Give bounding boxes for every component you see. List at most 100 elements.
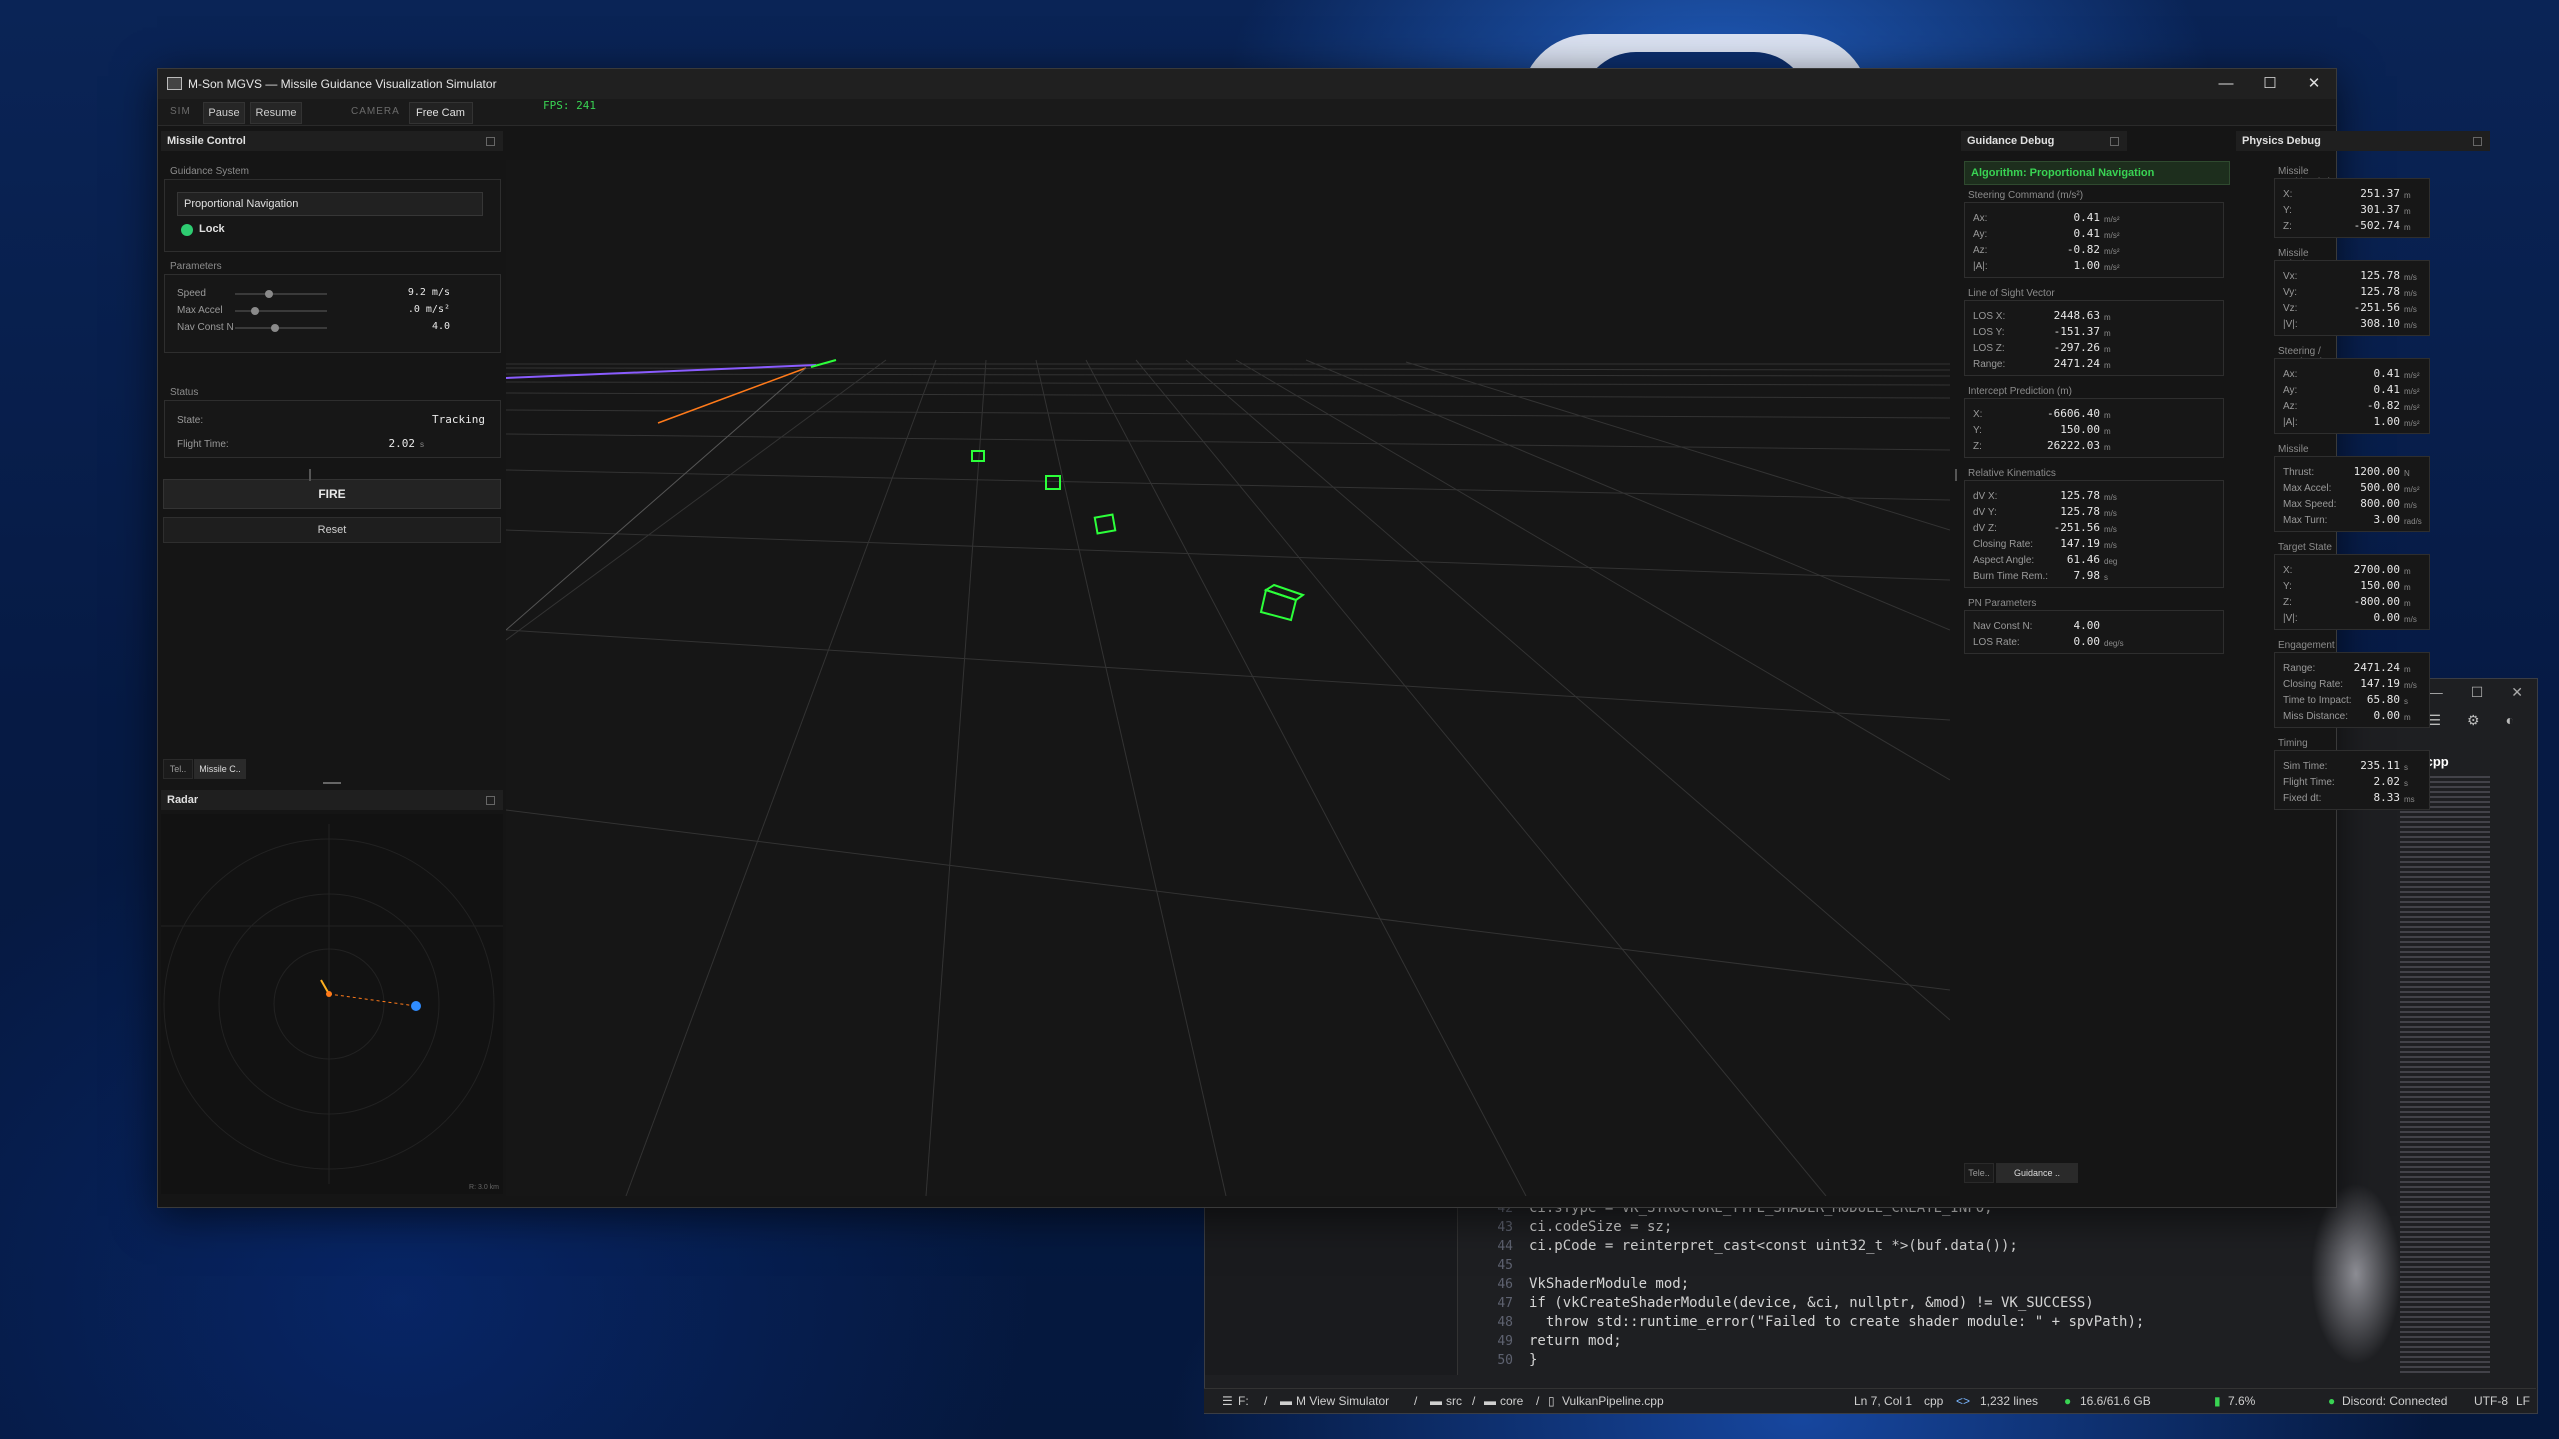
- row-value: 0.41: [2373, 367, 2401, 380]
- window-title: M-Son MGVS — Missile Guidance Visualizat…: [188, 77, 497, 91]
- editor-close-icon[interactable]: ✕: [2511, 679, 2523, 705]
- row-value: 308.10: [2360, 317, 2400, 330]
- param-label: Max Accel: [177, 305, 223, 316]
- row-value: 150.00: [2060, 423, 2100, 436]
- row-unit: s: [2404, 697, 2408, 706]
- status-folder-2[interactable]: src: [1446, 1389, 1462, 1413]
- tab-telemetry-right[interactable]: Tele..: [1964, 1163, 1994, 1183]
- menu-icon[interactable]: ☰: [1222, 1389, 1233, 1413]
- guidance-system-select[interactable]: Proportional Navigation: [177, 192, 483, 216]
- status-eol[interactable]: LF: [2516, 1389, 2530, 1413]
- lock-indicator-icon[interactable]: [181, 224, 193, 236]
- close-button[interactable]: ✕: [2292, 69, 2336, 99]
- theme-icon[interactable]: ◐: [2506, 712, 2514, 729]
- status-cpu: 7.6%: [2228, 1394, 2256, 1408]
- section-box: X: 251.37 m Y: 301.37 m Z: -502.74 m: [2274, 178, 2430, 238]
- row-label: X:: [2283, 565, 2293, 576]
- minimize-button[interactable]: —: [2204, 69, 2248, 99]
- camera-mode-select[interactable]: Free Cam: [409, 102, 473, 124]
- status-language[interactable]: cpp: [1924, 1389, 1943, 1413]
- panel-icon[interactable]: ☰: [2428, 712, 2441, 729]
- row-unit: m/s²: [2404, 371, 2420, 380]
- dock-splitter-handle[interactable]: [323, 782, 341, 784]
- row-label: Ax:: [1973, 213, 1988, 224]
- row-label: Vz:: [2283, 303, 2298, 314]
- row-label: X:: [1973, 409, 1983, 420]
- tab-telemetry[interactable]: Tel..: [163, 759, 193, 779]
- title-bar[interactable]: M-Son MGVS — Missile Guidance Visualizat…: [158, 69, 2336, 99]
- status-drive[interactable]: F:: [1238, 1389, 1249, 1413]
- status-encoding[interactable]: UTF-8: [2474, 1389, 2508, 1413]
- row-unit: m/s²: [2104, 247, 2120, 256]
- panel-pin-icon[interactable]: [2473, 137, 2482, 146]
- section-label: Intercept Prediction (m): [1968, 386, 2072, 397]
- simulator-window[interactable]: M-Son MGVS — Missile Guidance Visualizat…: [157, 68, 2490, 1208]
- editor-maximize-icon[interactable]: ☐: [2471, 679, 2484, 705]
- param-slider-handle[interactable]: [251, 307, 259, 315]
- row-unit: m: [2404, 713, 2411, 722]
- row-unit: s: [2104, 573, 2108, 582]
- line-number: 49: [1497, 1334, 1513, 1349]
- param-slider-handle[interactable]: [265, 290, 273, 298]
- section-label: Timing: [2278, 738, 2308, 749]
- panel-pin-icon[interactable]: [2110, 137, 2119, 146]
- status-memory: 16.6/61.6 GB: [2080, 1394, 2151, 1408]
- settings-gear-icon[interactable]: ⚙: [2467, 712, 2480, 729]
- panel-pin-icon[interactable]: [486, 137, 495, 146]
- param-slider-handle[interactable]: [271, 324, 279, 332]
- physics-debug-header[interactable]: Physics Debug: [2236, 131, 2490, 151]
- param-slider-track[interactable]: [235, 324, 327, 332]
- param-value: 4.0: [431, 321, 450, 332]
- status-cursor[interactable]: Ln 7, Col 1: [1854, 1389, 1912, 1413]
- row-label: Ay:: [2283, 385, 2298, 396]
- panel-pin-icon[interactable]: [486, 796, 495, 805]
- resume-button[interactable]: Resume: [250, 102, 302, 124]
- memory-icon: ●: [2064, 1394, 2072, 1408]
- guidance-debug-header[interactable]: Guidance Debug: [1961, 131, 2127, 151]
- row-unit: m/s²: [2104, 215, 2120, 224]
- missile-control-header[interactable]: Missile Control: [161, 131, 503, 151]
- maximize-button[interactable]: ☐: [2248, 69, 2292, 99]
- param-slider-track[interactable]: [235, 307, 327, 315]
- row-value: 125.78: [2060, 505, 2100, 518]
- status-folder-3[interactable]: core: [1500, 1389, 1523, 1413]
- radar-display[interactable]: R: 3.0 km: [161, 814, 503, 1194]
- fire-button[interactable]: FIRE: [163, 479, 501, 509]
- status-discord: Discord: Connected: [2342, 1394, 2448, 1408]
- folder-icon: ▬: [1484, 1394, 1496, 1408]
- row-label: X:: [2283, 189, 2293, 200]
- editor-minimize-icon[interactable]: —: [2429, 679, 2443, 705]
- tab-guidance-debug[interactable]: Guidance ..: [1996, 1163, 2078, 1183]
- guidance-system-label: Guidance System: [170, 166, 249, 177]
- row-value: -251.56: [2353, 301, 2400, 314]
- param-slider-track[interactable]: [235, 290, 327, 298]
- pause-button[interactable]: Pause: [203, 102, 245, 124]
- editor-minimap[interactable]: [2400, 776, 2490, 1376]
- row-value: 0.00: [2373, 611, 2401, 624]
- flight-time-label: Flight Time:: [177, 439, 229, 450]
- section-box: X: -6606.40 m Y: 150.00 m Z: 26222.03 m: [1964, 398, 2224, 458]
- row-value: -297.26: [2053, 341, 2100, 354]
- 3d-viewport[interactable]: [506, 160, 1950, 1196]
- sim-label: SIM: [170, 106, 191, 117]
- row-value: 2.02: [2373, 775, 2401, 788]
- line-number: 48: [1497, 1315, 1513, 1330]
- radar-header[interactable]: Radar: [161, 790, 503, 810]
- reset-button[interactable]: Reset: [163, 517, 501, 543]
- radar-target-blip: [411, 1001, 421, 1011]
- editor-status-bar: ☰ F: / ▬ M View Simulator / ▬ src / ▬ co…: [1204, 1388, 2536, 1413]
- los-line: [657, 367, 807, 424]
- row-label: LOS Rate:: [1973, 637, 2020, 648]
- row-value: -0.82: [2066, 243, 2100, 256]
- row-value: 800.00: [2360, 497, 2400, 510]
- status-file[interactable]: VulkanPipeline.cpp: [1562, 1389, 1664, 1413]
- row-unit: m/s²: [2404, 387, 2420, 396]
- viewport-left-splitter[interactable]: [309, 469, 311, 481]
- status-folder-1[interactable]: M View Simulator: [1296, 1389, 1389, 1413]
- scene-render: [506, 359, 1950, 1196]
- row-value: -502.74: [2353, 219, 2400, 232]
- tab-missile-control[interactable]: Missile C..: [194, 759, 246, 779]
- section-box: dV X: 125.78 m/s dV Y: 125.78 m/s dV Z: -251.56…: [1964, 480, 2224, 588]
- viewport-right-splitter[interactable]: [1955, 469, 1957, 481]
- section-label: Steering Command (m/s²): [1968, 190, 2084, 201]
